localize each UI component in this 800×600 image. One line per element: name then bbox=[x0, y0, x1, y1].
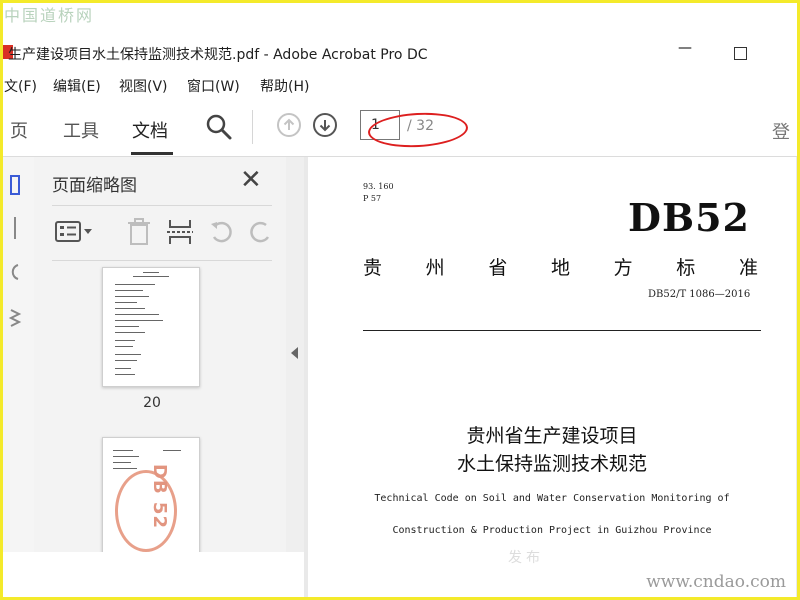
delete-page-icon[interactable] bbox=[126, 217, 152, 247]
bookmarks-icon[interactable] bbox=[8, 215, 22, 241]
menu-bar: 文(F) 编辑(E) 视图(V) 窗口(W) 帮助(H) bbox=[0, 74, 800, 96]
panel-divider bbox=[52, 205, 272, 206]
english-title-line-1: Technical Code on Soil and Water Conserv… bbox=[374, 493, 730, 504]
navigation-pane-strip bbox=[0, 157, 35, 552]
rotate-left-icon[interactable] bbox=[208, 217, 236, 247]
page-thumbnails-icon[interactable] bbox=[8, 173, 22, 197]
close-icon[interactable]: ✕ bbox=[240, 167, 262, 193]
tab-tools[interactable]: 工具 bbox=[63, 117, 99, 143]
ccs-code: P 57 bbox=[363, 194, 382, 203]
next-page-icon[interactable] bbox=[313, 113, 337, 137]
rotate-right-icon[interactable] bbox=[250, 217, 274, 247]
watermark-top: 中国道桥网 bbox=[4, 6, 95, 25]
toolbar-divider bbox=[252, 110, 253, 144]
faded-text: 发布 bbox=[508, 550, 544, 566]
thumbnail-page-11[interactable]: DB 52 bbox=[102, 437, 200, 552]
extract-page-icon[interactable] bbox=[166, 217, 194, 247]
thumbnail-list: 20 DB 52 11 bbox=[52, 265, 272, 552]
document-title-line-1: 贵州省生产建设项目 bbox=[466, 425, 638, 447]
menu-file[interactable]: 文(F) bbox=[4, 76, 37, 96]
pdf-page: 93. 160 P 57 DB52 贵 州 省 地 方 标 准 DB52/T 1… bbox=[308, 157, 796, 600]
thumbnail-options-icon[interactable] bbox=[54, 217, 94, 247]
panel-title: 页面缩略图 bbox=[52, 176, 137, 196]
attachments-icon[interactable] bbox=[8, 261, 22, 283]
document-view[interactable]: 93. 160 P 57 DB52 贵 州 省 地 方 标 准 DB52/T 1… bbox=[304, 157, 800, 600]
title-bar: 生产建设项目水土保持监测技术规范.pdf - Adobe Acrobat Pro… bbox=[0, 38, 800, 68]
watermark-bottom: www.cndao.com bbox=[646, 572, 786, 592]
menu-window[interactable]: 窗口(W) bbox=[187, 76, 240, 96]
sign-in-link[interactable]: 登 bbox=[772, 118, 790, 144]
standard-number: DB52/T 1086—2016 bbox=[648, 289, 751, 300]
english-title-line-2: Construction & Production Project in Gui… bbox=[392, 525, 712, 536]
thumbnail-page-20[interactable] bbox=[102, 267, 200, 387]
ics-code: 93. 160 bbox=[363, 182, 394, 191]
panel-collapse-strip[interactable] bbox=[286, 157, 304, 552]
document-title-line-2: 水土保持监测技术规范 bbox=[456, 453, 647, 475]
minimize-button[interactable]: — bbox=[676, 40, 694, 56]
layers-icon[interactable] bbox=[8, 305, 22, 329]
maximize-button[interactable] bbox=[734, 47, 747, 60]
panel-divider-2 bbox=[52, 260, 272, 261]
menu-help[interactable]: 帮助(H) bbox=[260, 76, 309, 96]
page-thumbnails-panel: 页面缩略图 ✕ 20 DB 52 bbox=[34, 157, 311, 552]
active-tab-indicator bbox=[131, 152, 173, 155]
menu-view[interactable]: 视图(V) bbox=[119, 76, 168, 96]
stamp-text: DB 52 bbox=[148, 464, 170, 529]
standard-code-heading: DB52 bbox=[628, 195, 750, 240]
header-rule bbox=[363, 330, 761, 331]
window-title: 生产建设项目水土保持监测技术规范.pdf - Adobe Acrobat Pro… bbox=[8, 47, 428, 63]
tab-home[interactable]: 页 bbox=[10, 117, 28, 143]
tab-document[interactable]: 文档 bbox=[132, 117, 168, 143]
collapse-arrow-icon[interactable] bbox=[291, 347, 298, 359]
search-icon[interactable] bbox=[205, 113, 233, 141]
previous-page-icon[interactable] bbox=[277, 113, 301, 137]
thumbnail-label: 20 bbox=[143, 395, 161, 411]
menu-edit[interactable]: 编辑(E) bbox=[53, 76, 101, 96]
standard-type: 贵 州 省 地 方 标 准 bbox=[363, 257, 758, 279]
